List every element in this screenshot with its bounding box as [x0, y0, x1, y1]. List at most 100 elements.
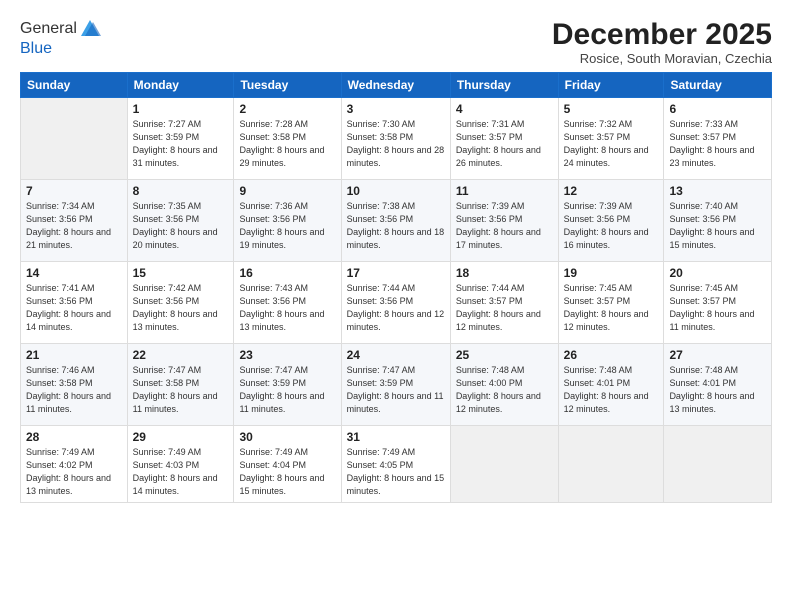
table-row: 11 Sunrise: 7:39 AM Sunset: 3:56 PM Dayli…	[450, 180, 558, 262]
table-row: 25 Sunrise: 7:48 AM Sunset: 4:00 PM Dayli…	[450, 344, 558, 426]
day-number: 13	[669, 184, 766, 198]
table-row: 9 Sunrise: 7:36 AM Sunset: 3:56 PM Daylig…	[234, 180, 341, 262]
month-title: December 2025	[552, 18, 772, 51]
logo-icon	[79, 18, 101, 40]
day-number: 25	[456, 348, 553, 362]
table-row: 27 Sunrise: 7:48 AM Sunset: 4:01 PM Dayli…	[664, 344, 772, 426]
day-number: 10	[347, 184, 445, 198]
table-row: 7Sunrise: 7:34 AM Sunset: 3:56 PM Daylig…	[21, 180, 128, 262]
day-info: Sunrise: 7:36 AM Sunset: 3:56 PM Dayligh…	[239, 200, 335, 252]
table-row	[558, 426, 664, 503]
day-info: Sunrise: 7:49 AM Sunset: 4:05 PM Dayligh…	[347, 446, 445, 498]
day-number: 26	[564, 348, 659, 362]
day-info: Sunrise: 7:28 AM Sunset: 3:58 PM Dayligh…	[239, 118, 335, 170]
table-row: 6 Sunrise: 7:33 AM Sunset: 3:57 PM Daylig…	[664, 98, 772, 180]
day-number: 9	[239, 184, 335, 198]
table-row: 1Sunrise: 7:27 AM Sunset: 3:59 PM Daylig…	[127, 98, 234, 180]
day-number: 3	[347, 102, 445, 116]
table-row: 10 Sunrise: 7:38 AM Sunset: 3:56 PM Dayli…	[341, 180, 450, 262]
table-row: 8Sunrise: 7:35 AM Sunset: 3:56 PM Daylig…	[127, 180, 234, 262]
table-row	[664, 426, 772, 503]
table-row	[450, 426, 558, 503]
day-info: Sunrise: 7:47 AM Sunset: 3:58 PM Dayligh…	[133, 364, 229, 416]
day-number: 16	[239, 266, 335, 280]
day-info: Sunrise: 7:38 AM Sunset: 3:56 PM Dayligh…	[347, 200, 445, 252]
day-info: Sunrise: 7:48 AM Sunset: 4:01 PM Dayligh…	[564, 364, 659, 416]
day-number: 24	[347, 348, 445, 362]
day-info: Sunrise: 7:46 AM Sunset: 3:58 PM Dayligh…	[26, 364, 122, 416]
table-row: 18 Sunrise: 7:44 AM Sunset: 3:57 PM Dayli…	[450, 262, 558, 344]
calendar-header-row: Sunday Monday Tuesday Wednesday Thursday…	[21, 73, 772, 98]
table-row: 13 Sunrise: 7:40 AM Sunset: 3:56 PM Dayli…	[664, 180, 772, 262]
day-info: Sunrise: 7:39 AM Sunset: 3:56 PM Dayligh…	[564, 200, 659, 252]
col-sunday: Sunday	[21, 73, 128, 98]
day-number: 15	[133, 266, 229, 280]
day-info: Sunrise: 7:43 AM Sunset: 3:56 PM Dayligh…	[239, 282, 335, 334]
table-row	[21, 98, 128, 180]
logo: General Blue	[20, 18, 101, 58]
table-row: 22 Sunrise: 7:47 AM Sunset: 3:58 PM Dayli…	[127, 344, 234, 426]
day-number: 31	[347, 430, 445, 444]
day-number: 7	[26, 184, 122, 198]
day-info: Sunrise: 7:48 AM Sunset: 4:01 PM Dayligh…	[669, 364, 766, 416]
day-info: Sunrise: 7:47 AM Sunset: 3:59 PM Dayligh…	[347, 364, 445, 416]
col-tuesday: Tuesday	[234, 73, 341, 98]
col-monday: Monday	[127, 73, 234, 98]
day-number: 6	[669, 102, 766, 116]
table-row: 16 Sunrise: 7:43 AM Sunset: 3:56 PM Dayli…	[234, 262, 341, 344]
day-number: 14	[26, 266, 122, 280]
table-row: 12 Sunrise: 7:39 AM Sunset: 3:56 PM Dayli…	[558, 180, 664, 262]
calendar-table: Sunday Monday Tuesday Wednesday Thursday…	[20, 72, 772, 503]
day-number: 8	[133, 184, 229, 198]
day-number: 17	[347, 266, 445, 280]
table-row: 30Sunrise: 7:49 AM Sunset: 4:04 PM Dayli…	[234, 426, 341, 503]
table-row: 14Sunrise: 7:41 AM Sunset: 3:56 PM Dayli…	[21, 262, 128, 344]
day-info: Sunrise: 7:39 AM Sunset: 3:56 PM Dayligh…	[456, 200, 553, 252]
day-number: 20	[669, 266, 766, 280]
day-number: 27	[669, 348, 766, 362]
table-row: 21 Sunrise: 7:46 AM Sunset: 3:58 PM Dayli…	[21, 344, 128, 426]
day-info: Sunrise: 7:27 AM Sunset: 3:59 PM Dayligh…	[133, 118, 229, 170]
header: General Blue December 2025 Rosice, South…	[20, 18, 772, 66]
table-row: 29 Sunrise: 7:49 AM Sunset: 4:03 PM Dayli…	[127, 426, 234, 503]
table-row: 31 Sunrise: 7:49 AM Sunset: 4:05 PM Dayli…	[341, 426, 450, 503]
location-subtitle: Rosice, South Moravian, Czechia	[552, 51, 772, 66]
day-info: Sunrise: 7:44 AM Sunset: 3:57 PM Dayligh…	[456, 282, 553, 334]
day-number: 11	[456, 184, 553, 198]
col-saturday: Saturday	[664, 73, 772, 98]
day-number: 19	[564, 266, 659, 280]
day-info: Sunrise: 7:45 AM Sunset: 3:57 PM Dayligh…	[669, 282, 766, 334]
logo-general-text: General	[20, 20, 77, 38]
day-info: Sunrise: 7:45 AM Sunset: 3:57 PM Dayligh…	[564, 282, 659, 334]
table-row: 5Sunrise: 7:32 AM Sunset: 3:57 PM Daylig…	[558, 98, 664, 180]
table-row: 3 Sunrise: 7:30 AM Sunset: 3:58 PM Daylig…	[341, 98, 450, 180]
day-number: 29	[133, 430, 229, 444]
table-row: 23Sunrise: 7:47 AM Sunset: 3:59 PM Dayli…	[234, 344, 341, 426]
day-info: Sunrise: 7:30 AM Sunset: 3:58 PM Dayligh…	[347, 118, 445, 170]
title-block: December 2025 Rosice, South Moravian, Cz…	[552, 18, 772, 66]
day-number: 12	[564, 184, 659, 198]
day-number: 23	[239, 348, 335, 362]
day-number: 18	[456, 266, 553, 280]
day-number: 28	[26, 430, 122, 444]
day-info: Sunrise: 7:42 AM Sunset: 3:56 PM Dayligh…	[133, 282, 229, 334]
table-row: 24 Sunrise: 7:47 AM Sunset: 3:59 PM Dayli…	[341, 344, 450, 426]
table-row: 28Sunrise: 7:49 AM Sunset: 4:02 PM Dayli…	[21, 426, 128, 503]
day-info: Sunrise: 7:40 AM Sunset: 3:56 PM Dayligh…	[669, 200, 766, 252]
day-info: Sunrise: 7:49 AM Sunset: 4:04 PM Dayligh…	[239, 446, 335, 498]
day-number: 22	[133, 348, 229, 362]
day-info: Sunrise: 7:48 AM Sunset: 4:00 PM Dayligh…	[456, 364, 553, 416]
day-info: Sunrise: 7:33 AM Sunset: 3:57 PM Dayligh…	[669, 118, 766, 170]
day-info: Sunrise: 7:31 AM Sunset: 3:57 PM Dayligh…	[456, 118, 553, 170]
day-info: Sunrise: 7:49 AM Sunset: 4:03 PM Dayligh…	[133, 446, 229, 498]
table-row: 2 Sunrise: 7:28 AM Sunset: 3:58 PM Daylig…	[234, 98, 341, 180]
day-number: 21	[26, 348, 122, 362]
table-row: 26 Sunrise: 7:48 AM Sunset: 4:01 PM Dayli…	[558, 344, 664, 426]
day-number: 5	[564, 102, 659, 116]
col-friday: Friday	[558, 73, 664, 98]
col-wednesday: Wednesday	[341, 73, 450, 98]
day-number: 4	[456, 102, 553, 116]
page: General Blue December 2025 Rosice, South…	[0, 0, 792, 612]
day-number: 2	[239, 102, 335, 116]
table-row: 19 Sunrise: 7:45 AM Sunset: 3:57 PM Dayli…	[558, 262, 664, 344]
